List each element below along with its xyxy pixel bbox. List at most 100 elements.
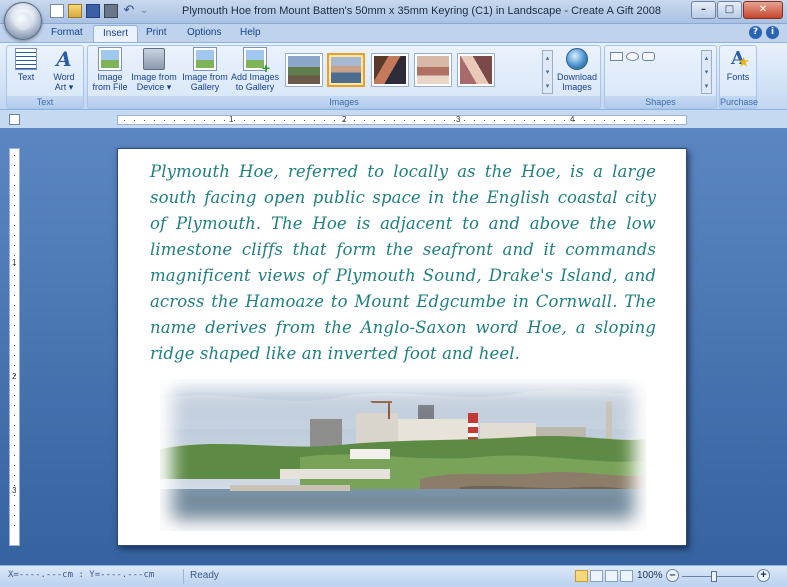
ruler-tick — [384, 120, 385, 121]
ruler-tick — [124, 120, 125, 121]
plymouth-hoe-photo[interactable] — [160, 379, 646, 531]
ruler-tick — [14, 515, 15, 516]
document-page[interactable]: Plymouth Hoe, referred to locally as the… — [117, 148, 687, 546]
undo-icon[interactable]: ↶ — [122, 4, 136, 18]
ruler-tick — [14, 455, 15, 456]
insert-text-button[interactable]: Text — [11, 48, 41, 82]
ruler-tick — [244, 120, 245, 121]
gallery-scroll-control[interactable]: ▴ ▾ ▾ — [542, 50, 553, 94]
body-paragraph[interactable]: Plymouth Hoe, referred to locally as the… — [150, 159, 656, 367]
ruler-tick — [14, 155, 15, 156]
ruler-tick — [134, 120, 135, 121]
ruler-tick — [644, 120, 645, 121]
ruler-label: 1 — [229, 115, 234, 124]
text-group-label: Text — [7, 96, 83, 108]
print-icon[interactable] — [104, 4, 118, 18]
vertical-ruler[interactable]: 1 2 3 — [9, 148, 20, 546]
ruler-tick — [494, 120, 495, 121]
zoom-out-button[interactable]: – — [666, 569, 679, 582]
customize-toolbar-icon[interactable]: ⌄ — [140, 4, 148, 18]
application-menu-button[interactable] — [4, 2, 42, 40]
zoom-in-button[interactable]: + — [757, 569, 770, 582]
zoom-slider-thumb[interactable] — [711, 571, 717, 582]
image-from-device-label-2: Device ▾ — [136, 82, 172, 92]
ruler-tick — [14, 185, 15, 186]
shapes-scroll-control[interactable]: ▴ ▾ ▾ — [701, 50, 712, 94]
gallery-thumbnail[interactable] — [285, 53, 323, 87]
ruler-tick — [164, 120, 165, 121]
full-screen-view-icon[interactable] — [620, 570, 633, 582]
ruler-tick — [14, 285, 15, 286]
ruler-tick — [334, 120, 335, 121]
ribbon-tabs: Format Insert Print Options Help ? i — [0, 24, 787, 42]
horizontal-ruler[interactable]: 1 2 3 4 — [117, 115, 687, 125]
purchase-group: A Fonts Purchase — [719, 45, 758, 109]
info-icon[interactable]: i — [766, 26, 779, 39]
rounded-rectangle-shape-icon[interactable] — [642, 52, 655, 61]
ruler-tick — [14, 305, 15, 306]
tab-format[interactable]: Format — [42, 25, 92, 42]
ruler-tick — [14, 525, 15, 526]
maximize-button[interactable]: □ — [717, 1, 742, 19]
ruler-tick — [284, 120, 285, 121]
image-from-device-button[interactable]: Image from Device ▾ — [130, 48, 178, 92]
tab-insert[interactable]: Insert — [93, 25, 139, 42]
fonts-button[interactable]: A Fonts — [722, 48, 754, 82]
ruler-tick — [624, 120, 625, 121]
ruler-tick — [14, 365, 15, 366]
wordart-button[interactable]: A Word Art ▾ — [47, 48, 81, 92]
ruler-tick — [14, 175, 15, 176]
download-images-button[interactable]: Download Images — [554, 48, 600, 92]
image-from-file-button[interactable]: Image from File — [90, 47, 130, 92]
gallery-thumbnail[interactable] — [457, 53, 495, 87]
tab-print[interactable]: Print — [137, 25, 176, 42]
page-view-icon[interactable] — [575, 570, 588, 582]
app-window: ↶ ⌄ Plymouth Hoe from Mount Batten's 50m… — [0, 0, 787, 587]
new-document-icon[interactable] — [50, 4, 64, 18]
image-from-gallery-button[interactable]: Image from Gallery — [181, 47, 229, 92]
minimize-button[interactable]: – — [691, 1, 716, 19]
tab-help[interactable]: Help — [231, 25, 270, 42]
text-group: Text A Word Art ▾ Text — [6, 45, 84, 109]
two-page-view-icon[interactable] — [590, 570, 603, 582]
ruler-tick — [534, 120, 535, 121]
ruler-tick — [14, 485, 15, 486]
ruler-tick — [404, 120, 405, 121]
ruler-tick — [154, 120, 155, 121]
status-ready: Ready — [190, 570, 219, 581]
ruler-tick — [14, 425, 15, 426]
ruler-tick — [614, 120, 615, 121]
ruler-tick — [184, 120, 185, 121]
status-separator — [183, 569, 184, 584]
wordart-label-1: Word — [53, 72, 75, 82]
help-icon[interactable]: ? — [749, 26, 762, 39]
images-group-label: Images — [88, 96, 600, 108]
fit-width-view-icon[interactable] — [605, 570, 618, 582]
add-images-to-gallery-button[interactable]: Add Images to Gallery — [230, 47, 280, 92]
ruler-tick — [664, 120, 665, 121]
save-icon[interactable] — [86, 4, 100, 18]
ruler-tick — [14, 275, 15, 276]
ruler-tick — [14, 315, 15, 316]
zoom-level: 100% — [637, 570, 663, 581]
close-button[interactable]: ✕ — [743, 1, 783, 19]
title-bar: ↶ ⌄ Plymouth Hoe from Mount Batten's 50m… — [0, 0, 787, 24]
ruler-tick — [14, 405, 15, 406]
open-folder-icon[interactable] — [68, 4, 82, 18]
tab-options[interactable]: Options — [178, 25, 230, 42]
zoom-slider-track[interactable] — [682, 576, 754, 577]
ruler-tick — [234, 120, 235, 121]
ruler-tick — [634, 120, 635, 121]
ruler-tick — [14, 255, 15, 256]
rectangle-shape-icon[interactable] — [610, 52, 623, 61]
gallery-thumbnail-selected[interactable] — [327, 53, 365, 87]
gallery-thumbnail[interactable] — [371, 53, 409, 87]
ruler-label: 3 — [12, 486, 17, 495]
gallery-thumbnail[interactable] — [414, 53, 452, 87]
ruler-tick — [464, 120, 465, 121]
add-image-icon — [243, 47, 270, 74]
ruler-tick — [214, 120, 215, 121]
ruler-tick — [174, 120, 175, 121]
ellipse-shape-icon[interactable] — [626, 52, 639, 61]
ruler-toggle-button[interactable] — [9, 114, 20, 125]
